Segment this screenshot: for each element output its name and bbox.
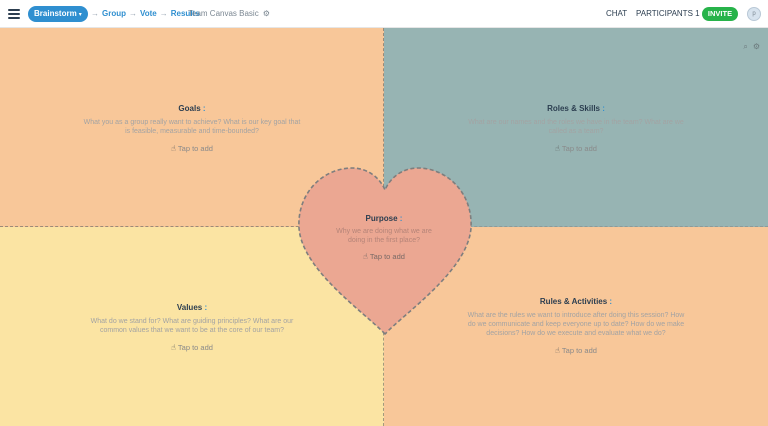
purpose-description: Why we are doing what we are doing in th… xyxy=(336,228,432,244)
team-canvas: Goals : What you as a group really want … xyxy=(0,28,768,426)
values-description: What do we stand for? What are guiding p… xyxy=(90,318,294,334)
rules-title: Rules & Activities : xyxy=(539,297,613,306)
rules-block: Rules & Activities : What are the rules … xyxy=(466,297,686,355)
rules-description: What are the rules we want to introduce … xyxy=(467,312,685,337)
goals-block: Goals : What you as a group really want … xyxy=(82,104,302,153)
hand-pointer-icon: ☝ xyxy=(363,252,368,261)
top-bar: Brainstorm ▾ → Group → Vote → Results Team Can… xyxy=(0,0,768,28)
hand-pointer-icon: ☝ xyxy=(555,144,560,153)
hand-pointer-icon: ☝ xyxy=(171,343,176,352)
crumb-group[interactable]: Group xyxy=(102,9,126,18)
breadcrumb: → Group → Vote → Results xyxy=(88,0,200,28)
roles-block: Roles & Skills : What are our names and … xyxy=(466,104,686,153)
search-icon[interactable]: ⌕ xyxy=(743,42,747,51)
avatar[interactable]: p xyxy=(747,7,761,21)
gear-icon[interactable]: ⚙ xyxy=(753,42,760,51)
values-title: Values : xyxy=(176,303,208,312)
stage-dropdown[interactable]: Brainstorm ▾ xyxy=(28,6,88,22)
board-name: Team Canvas Basic ⚙ xyxy=(188,0,270,28)
chat-button[interactable]: CHAT xyxy=(606,0,627,28)
participants-button[interactable]: PARTICIPANTS 1 xyxy=(636,0,700,28)
roles-description: What are our names and the roles we have… xyxy=(468,119,684,135)
purpose-block: Purpose : Why we are doing what we are d… xyxy=(330,214,438,261)
purpose-title: Purpose : xyxy=(365,214,403,223)
hand-pointer-icon: ☝ xyxy=(171,144,176,153)
crumb-vote[interactable]: Vote xyxy=(140,9,157,18)
chevron-down-icon: ▾ xyxy=(78,12,82,18)
purpose-tap-to-add[interactable]: ☝ Tap to add xyxy=(330,252,438,261)
values-tap-to-add[interactable]: ☝ Tap to add xyxy=(82,343,302,352)
goals-description: What you as a group really want to achie… xyxy=(83,119,301,135)
hamburger-icon[interactable] xyxy=(8,9,20,19)
stage-label: Brainstorm xyxy=(34,9,77,18)
rules-tap-to-add[interactable]: ☝ Tap to add xyxy=(466,346,686,355)
goals-title: Goals : xyxy=(178,104,206,113)
hand-pointer-icon: ☝ xyxy=(555,346,560,355)
invite-button[interactable]: INVITE xyxy=(702,7,738,21)
arrow-right-icon: → xyxy=(129,9,137,18)
values-block: Values : What do we stand for? What are … xyxy=(82,303,302,352)
roles-tap-to-add[interactable]: ☝ Tap to add xyxy=(466,144,686,153)
board-title: Team Canvas Basic xyxy=(188,9,259,18)
arrow-right-icon: → xyxy=(159,9,168,18)
roles-title: Roles & Skills : xyxy=(547,104,605,113)
arrow-right-icon: → xyxy=(91,9,99,18)
goals-tap-to-add[interactable]: ☝ Tap to add xyxy=(82,144,302,153)
gear-icon[interactable]: ⚙ xyxy=(263,0,270,28)
toolbar: ⌕ ⚙ xyxy=(738,36,760,54)
